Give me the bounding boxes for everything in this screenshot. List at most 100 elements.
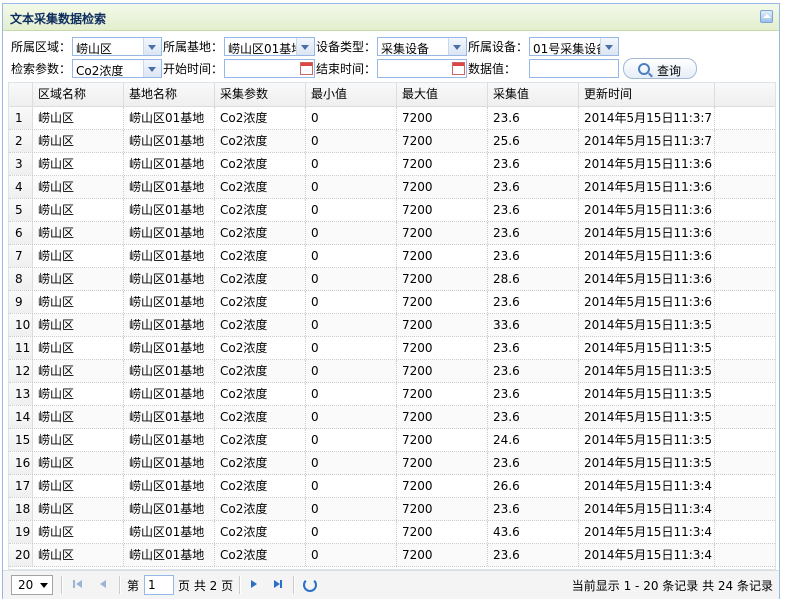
page-size-select[interactable]: 20 <box>11 575 53 595</box>
base-value: 崂山区01基地 <box>228 42 298 56</box>
table-cell: 崂山区 <box>33 360 124 382</box>
base-select[interactable]: 崂山区01基地 <box>224 37 315 56</box>
column-header[interactable]: 最小值 <box>306 83 397 106</box>
calendar-icon[interactable] <box>452 62 465 75</box>
column-header[interactable]: 采集参数 <box>215 83 306 106</box>
calendar-icon[interactable] <box>300 62 313 75</box>
column-header[interactable]: 区域名称 <box>33 83 124 106</box>
table-cell: 崂山区 <box>33 452 124 474</box>
table-cell: 23.6 <box>488 176 579 198</box>
table-cell: 0 <box>306 406 397 428</box>
region-select[interactable]: 崂山区 <box>72 37 162 56</box>
table-cell: 崂山区 <box>33 107 124 129</box>
table-cell: 0 <box>306 176 397 198</box>
table-row[interactable]: 2 崂山区 崂山区01基地 Co2浓度 0 7200 25.6 2014年5月15日11:3:… <box>9 130 775 153</box>
table-row[interactable]: 1 崂山区 崂山区01基地 Co2浓度 0 7200 23.6 2014年5月15日11:3:… <box>9 107 775 130</box>
table-cell: 7200 <box>397 360 488 382</box>
table-cell: 崂山区 <box>33 245 124 267</box>
table-cell: 7200 <box>397 291 488 313</box>
search-button[interactable]: 查询 <box>623 58 697 79</box>
table-cell: 7200 <box>397 406 488 428</box>
device-type-select[interactable]: 采集设备 <box>377 37 467 56</box>
filter-toolbar: 所属区域： 崂山区 所属基地： 崂山区01基地 设备类型： 采集设备 所属设备：… <box>3 31 779 83</box>
table-row[interactable]: 9 崂山区 崂山区01基地 Co2浓度 0 7200 23.6 2014年5月15日11:3:… <box>9 291 775 314</box>
column-header[interactable]: 基地名称 <box>124 83 215 106</box>
table-cell: Co2浓度 <box>215 176 306 198</box>
chevron-down-icon[interactable] <box>40 583 48 588</box>
table-cell: 23.6 <box>488 498 579 520</box>
chevron-down-icon[interactable] <box>600 38 618 55</box>
pager-separator <box>293 576 295 594</box>
table-cell: 崂山区 <box>33 268 124 290</box>
refresh-icon[interactable] <box>303 578 317 592</box>
chevron-down-icon[interactable] <box>143 60 161 77</box>
table-cell: 崂山区 <box>33 521 124 543</box>
first-page-icon[interactable] <box>71 577 85 591</box>
table-row[interactable]: 14 崂山区 崂山区01基地 Co2浓度 0 7200 23.6 2014年5月15日11:3… <box>9 406 775 429</box>
table-row[interactable]: 15 崂山区 崂山区01基地 Co2浓度 0 7200 24.6 2014年5月15日11:3… <box>9 429 775 452</box>
chevron-down-icon[interactable] <box>143 38 161 55</box>
chevron-down-icon[interactable] <box>296 38 314 55</box>
table-cell: 28.6 <box>488 268 579 290</box>
table-cell: 2014年5月15日11:3:7 <box>579 107 715 129</box>
row-number: 9 <box>9 291 33 313</box>
row-number: 19 <box>9 521 33 543</box>
table-row[interactable]: 11 崂山区 崂山区01基地 Co2浓度 0 7200 23.6 2014年5月15日11:3… <box>9 337 775 360</box>
prev-page-icon[interactable] <box>96 577 110 591</box>
table-row[interactable]: 10 崂山区 崂山区01基地 Co2浓度 0 7200 33.6 2014年5月15日11:3… <box>9 314 775 337</box>
table-cell: Co2浓度 <box>215 383 306 405</box>
table-cell: 崂山区01基地 <box>124 521 215 543</box>
table-row[interactable]: 20 崂山区 崂山区01基地 Co2浓度 0 7200 23.6 2014年5月15日11:3… <box>9 544 775 567</box>
chevron-down-icon[interactable] <box>448 38 466 55</box>
param-select[interactable]: Co2浓度 <box>72 59 162 78</box>
table-row[interactable]: 6 崂山区 崂山区01基地 Co2浓度 0 7200 23.6 2014年5月15日11:3:… <box>9 222 775 245</box>
column-header[interactable]: 更新时间 <box>579 83 715 106</box>
table-cell: 崂山区 <box>33 199 124 221</box>
table-row[interactable]: 16 崂山区 崂山区01基地 Co2浓度 0 7200 23.6 2014年5月15日11:3… <box>9 452 775 475</box>
table-row[interactable]: 4 崂山区 崂山区01基地 Co2浓度 0 7200 23.6 2014年5月15日11:3:… <box>9 176 775 199</box>
table-cell: 2014年5月15日11:3:6 <box>579 153 715 175</box>
table-cell: Co2浓度 <box>215 245 306 267</box>
table-cell: 2014年5月15日11:3:6 <box>579 245 715 267</box>
table-cell: 7200 <box>397 176 488 198</box>
column-header[interactable]: 采集值 <box>488 83 579 106</box>
table-cell: 2014年5月15日11:3:5 <box>579 429 715 451</box>
panel-header: 文本采集数据检索 <box>3 4 779 31</box>
table-cell: 崂山区01基地 <box>124 337 215 359</box>
table-row[interactable]: 8 崂山区 崂山区01基地 Co2浓度 0 7200 28.6 2014年5月15日11:3:… <box>9 268 775 291</box>
table-cell: Co2浓度 <box>215 475 306 497</box>
next-page-icon[interactable] <box>247 577 261 591</box>
table-row[interactable]: 18 崂山区 崂山区01基地 Co2浓度 0 7200 23.6 2014年5月15日11:3… <box>9 498 775 521</box>
pager-separator <box>61 576 63 594</box>
table-cell: 崂山区01基地 <box>124 268 215 290</box>
table-cell: 7200 <box>397 130 488 152</box>
table-cell: 23.6 <box>488 222 579 244</box>
row-number: 16 <box>9 452 33 474</box>
start-time-input[interactable] <box>224 59 315 78</box>
table-row[interactable]: 17 崂山区 崂山区01基地 Co2浓度 0 7200 26.6 2014年5月15日11:3… <box>9 475 775 498</box>
table-row[interactable]: 3 崂山区 崂山区01基地 Co2浓度 0 7200 23.6 2014年5月15日11:3:… <box>9 153 775 176</box>
table-row[interactable]: 19 崂山区 崂山区01基地 Co2浓度 0 7200 43.6 2014年5月15日11:3… <box>9 521 775 544</box>
table-cell: 2014年5月15日11:3:5 <box>579 337 715 359</box>
collapse-icon[interactable] <box>760 10 773 23</box>
data-value-input[interactable] <box>529 59 619 78</box>
column-header[interactable]: 最大值 <box>397 83 488 106</box>
table-cell: 26.6 <box>488 475 579 497</box>
table-cell: 7200 <box>397 268 488 290</box>
table-cell: 0 <box>306 452 397 474</box>
table-cell: 崂山区 <box>33 475 124 497</box>
row-number: 7 <box>9 245 33 267</box>
table-row[interactable]: 7 崂山区 崂山区01基地 Co2浓度 0 7200 23.6 2014年5月15日11:3:… <box>9 245 775 268</box>
table-cell: 崂山区01基地 <box>124 176 215 198</box>
table-row[interactable]: 5 崂山区 崂山区01基地 Co2浓度 0 7200 23.6 2014年5月15日11:3:… <box>9 199 775 222</box>
table-cell: 崂山区01基地 <box>124 452 215 474</box>
grid-header: 区域名称 基地名称 采集参数 最小值 最大值 采集值 更新时间 <box>9 83 775 107</box>
last-page-icon[interactable] <box>271 577 285 591</box>
end-time-input[interactable] <box>377 59 467 78</box>
table-row[interactable]: 12 崂山区 崂山区01基地 Co2浓度 0 7200 23.6 2014年5月15日11:3… <box>9 360 775 383</box>
device-select[interactable]: 01号采集设备 <box>529 37 619 56</box>
row-number: 8 <box>9 268 33 290</box>
table-cell: 崂山区 <box>33 314 124 336</box>
page-number-input[interactable]: 1 <box>144 575 174 595</box>
table-row[interactable]: 13 崂山区 崂山区01基地 Co2浓度 0 7200 23.6 2014年5月15日11:3… <box>9 383 775 406</box>
